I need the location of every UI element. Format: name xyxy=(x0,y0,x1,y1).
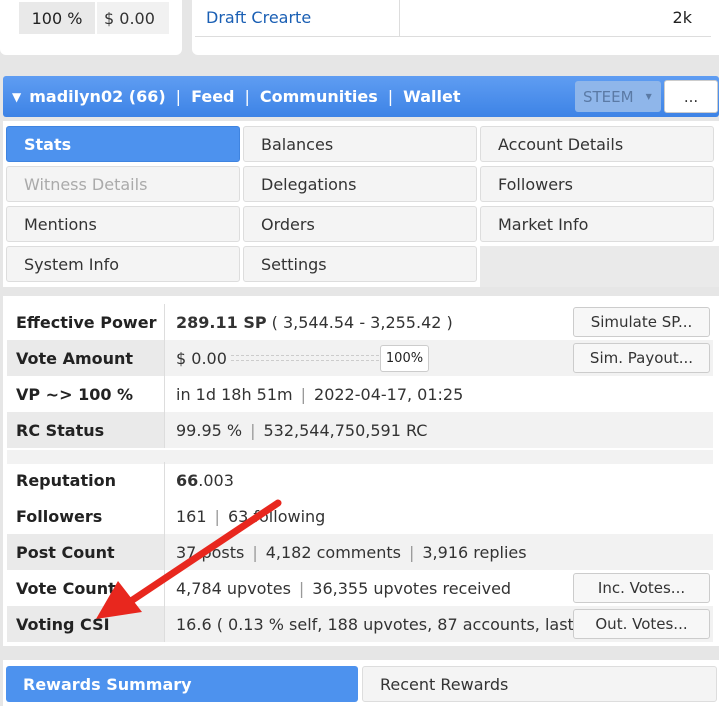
rc-percent: 99.95 % xyxy=(176,420,243,440)
voting-csi-value: 16.6 ( 0.13 % self, 188 upvotes, 87 acco… xyxy=(176,614,611,634)
row-label: Effective Power xyxy=(7,304,165,340)
row-value: 2k xyxy=(672,8,692,27)
vote-weight-percent[interactable]: 100% xyxy=(380,345,429,372)
separator: | xyxy=(408,542,415,562)
select-arrow-icon: ▼ xyxy=(645,92,652,101)
communities-link[interactable]: Communities xyxy=(260,87,378,106)
tab-rewards-summary[interactable]: Rewards Summary xyxy=(6,666,358,702)
tab-stats[interactable]: Stats xyxy=(6,126,240,162)
top-left-card: 100 % $ 0.00 xyxy=(0,0,182,55)
more-button[interactable]: ... xyxy=(664,80,718,113)
row-value: 161 | 63 following xyxy=(166,498,713,534)
upvotes-received: 36,355 upvotes received xyxy=(312,578,512,598)
separator: | xyxy=(250,420,256,440)
tab-empty-slot xyxy=(480,246,719,287)
replies-count: 3,916 replies xyxy=(422,542,527,562)
followers-count[interactable]: 161 xyxy=(176,507,207,526)
caret-down-icon[interactable]: ▼ xyxy=(12,90,21,104)
tab-settings[interactable]: Settings xyxy=(243,246,477,282)
row-label: VP ~> 100 % xyxy=(7,376,165,412)
row-vote-count: Vote Count 4,784 upvotes | 36,355 upvotes … xyxy=(7,570,713,606)
tab-witness-details: Witness Details xyxy=(6,166,240,202)
following-count[interactable]: 63 following xyxy=(228,507,325,526)
vote-amount-value: $ 0.00 xyxy=(176,348,227,368)
row-value: 66.003 xyxy=(166,462,713,498)
draft-link[interactable]: Draft Crearte xyxy=(195,0,400,36)
row-label: Vote Amount xyxy=(7,340,165,376)
row-followers: Followers 161 | 63 following xyxy=(7,498,713,534)
inc-votes-button[interactable]: Inc. Votes... xyxy=(573,573,710,603)
row-label: Vote Count xyxy=(7,570,165,606)
top-right-card: Draft Crearte 2k xyxy=(192,0,719,55)
tab-followers[interactable]: Followers xyxy=(480,166,714,202)
row-effective-power: Effective Power 289.11 SP ( 3,544.54 - 3… xyxy=(7,304,713,340)
row-reputation: Reputation 66.003 xyxy=(7,462,713,498)
out-votes-button[interactable]: Out. Votes... xyxy=(573,609,710,639)
row-post-count: Post Count 37 posts | 4,182 comments | 3,916… xyxy=(7,534,713,570)
row-voting-csi: Voting CSI 16.6 ( 0.13 % self, 188 upvot… xyxy=(7,606,713,642)
tab-recent-rewards[interactable]: Recent Rewards xyxy=(362,666,717,702)
wallet-link[interactable]: Wallet xyxy=(403,87,460,106)
separator: | xyxy=(387,87,394,106)
row-label: Post Count xyxy=(7,534,165,570)
rewards-tabs: Rewards Summary Recent Rewards xyxy=(3,660,719,706)
row-value: 37 posts | 4,182 comments | 3,916 replies xyxy=(166,534,713,570)
tab-market-info[interactable]: Market Info xyxy=(480,206,714,242)
separator: | xyxy=(244,87,250,106)
row-vp: VP ~> 100 % in 1d 18h 51m | 2022-04-17, 01… xyxy=(7,376,713,412)
row-rc-status: RC Status 99.95 % | 532,544,750,591 RC xyxy=(7,412,713,448)
effective-power-sp: 289.11 SP xyxy=(176,312,267,332)
top-money: $ 0.00 xyxy=(97,2,169,34)
effective-power-detail: ( 3,544.54 - 3,255.42 ) xyxy=(271,312,453,332)
tab-balances[interactable]: Balances xyxy=(243,126,477,162)
separator: | xyxy=(252,542,258,562)
row-label: RC Status xyxy=(7,412,165,448)
row-label: Voting CSI xyxy=(7,606,165,642)
posts-count: 37 posts xyxy=(176,542,245,562)
top-percent: 100 % xyxy=(19,2,95,34)
separator: | xyxy=(214,506,220,526)
vote-weight-slider[interactable] xyxy=(231,355,379,361)
simulate-sp-button[interactable]: Simulate SP... xyxy=(573,307,710,337)
separator: | xyxy=(298,578,305,598)
vp-date: 2022-04-17, 01:25 xyxy=(314,384,464,404)
tab-mentions[interactable]: Mentions xyxy=(6,206,240,242)
chain-select-label: STEEM xyxy=(583,87,634,106)
chain-select[interactable]: STEEM ▼ xyxy=(575,81,661,112)
tab-delegations[interactable]: Delegations xyxy=(243,166,477,202)
tab-account-details[interactable]: Account Details xyxy=(480,126,714,162)
reputation-int: 66 xyxy=(176,470,199,490)
row-label: Reputation xyxy=(7,462,165,498)
stats-panel: Effective Power 289.11 SP ( 3,544.54 - 3… xyxy=(3,296,719,646)
table-row: Draft Crearte 2k xyxy=(195,0,711,37)
tab-grid: Stats Balances Account Details Witness D… xyxy=(3,121,719,287)
feed-link[interactable]: Feed xyxy=(191,87,234,106)
separator: | xyxy=(300,384,307,404)
user-link[interactable]: madilyn02 (66) xyxy=(29,87,165,106)
reputation-decimal: .003 xyxy=(198,470,234,490)
tab-orders[interactable]: Orders xyxy=(243,206,477,242)
sim-payout-button[interactable]: Sim. Payout... xyxy=(573,343,710,373)
row-label: Followers xyxy=(7,498,165,534)
rc-amount: 532,544,750,591 RC xyxy=(263,420,428,440)
vp-time: in 1d 18h 51m xyxy=(176,384,293,404)
tab-system-info[interactable]: System Info xyxy=(6,246,240,282)
row-value: 99.95 % | 532,544,750,591 RC xyxy=(166,412,713,448)
row-vote-amount: Vote Amount $ 0.00 100% Sim. Payout... xyxy=(7,340,713,376)
row-value: in 1d 18h 51m | 2022-04-17, 01:25 xyxy=(166,376,713,412)
comments-count: 4,182 comments xyxy=(265,542,401,562)
upvotes-count: 4,784 upvotes xyxy=(176,578,291,598)
separator: | xyxy=(175,87,182,106)
account-header-bar: ▼ madilyn02 (66) | Feed | Communities | … xyxy=(3,76,719,117)
